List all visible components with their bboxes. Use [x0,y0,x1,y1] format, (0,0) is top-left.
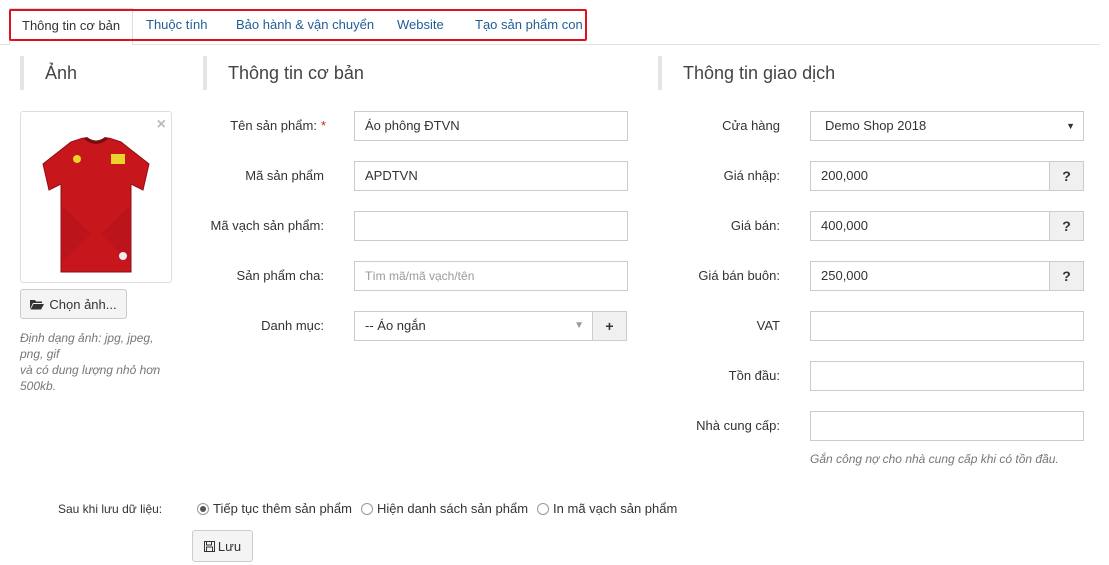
category-label: Danh mục: [261,318,324,333]
radio-continue-adding[interactable]: Tiếp tục thêm sản phẩm [197,501,352,516]
image-format-hint: Định dạng ảnh: jpg, jpeg, png, gif và có… [20,330,160,394]
tab-website[interactable]: Website [397,8,444,42]
image-hint-line-4: 500kb. [20,379,57,393]
radio-button-checked[interactable] [197,502,209,515]
image-hint-line-2: png, gif [20,347,60,361]
category-select[interactable]: -- Áo ngắn ▼ [354,311,593,341]
tab-warranty-shipping[interactable]: Bảo hành & vận chuyển [236,8,374,42]
add-category-button[interactable]: + [592,311,627,341]
product-name-input[interactable]: Áo phông ĐTVN [354,111,628,141]
radio-button[interactable] [360,502,373,515]
parent-product-search-input[interactable]: Tìm mã/mã vạch/tên [354,261,628,291]
store-label: Cửa hàng [722,118,780,133]
image-hint-line-3: và có dung lượng nhỏ hơn [20,363,161,377]
parent-product-label: Sản phẩm cha: [236,268,324,283]
sale-price-help-button[interactable]: ? [1049,211,1084,241]
image-section-title: Ảnh [20,56,77,90]
product-name-label-text: Tên sản phẩm: [230,118,317,133]
after-save-label: Sau khi lưu dữ liệu: [58,502,163,516]
save-button-label: Lưu [217,538,242,554]
folder-open-icon [30,299,45,309]
category-selected-value: -- Áo ngắn [365,318,426,333]
caret-down-icon: ▼ [1066,121,1075,131]
tab-bar: Thông tin cơ bản Thuộc tính Bảo hành & v… [0,0,1100,45]
radio-button[interactable] [537,502,550,515]
wholesale-price-input[interactable]: 250,000 [810,261,1050,291]
supplier-hint: Gắn công nợ cho nhà cung cấp khi có tồn … [810,452,1059,466]
cost-price-help-button[interactable]: ? [1049,161,1084,191]
required-star: * [320,118,326,133]
product-code-input[interactable]: APDTVN [354,161,628,191]
shirt-image [42,137,150,273]
opening-stock-label: Tồn đầu: [728,368,780,383]
image-hint-line-1: Định dạng ảnh: jpg, jpeg, [20,331,154,345]
cost-price-input[interactable]: 200,000 [810,161,1050,191]
after-save-options: Tiếp tục thêm sản phẩm Hiện danh sách sả… [197,501,686,516]
radio-continue-adding-label: Tiếp tục thêm sản phẩm [213,501,352,516]
choose-image-button[interactable]: Chọn ảnh... [20,289,127,319]
radio-show-product-list-label: Hiện danh sách sản phẩm [376,501,529,516]
vat-label: VAT [756,318,780,333]
tab-basic-info[interactable]: Thông tin cơ bản [9,8,134,45]
product-name-label: Tên sản phẩm: * [230,118,326,133]
radio-show-product-list[interactable]: Hiện danh sách sản phẩm [360,501,529,516]
tab-create-child-product[interactable]: Tạo sản phẩm con [475,8,583,42]
radio-print-barcode[interactable]: In mã vạch sản phẩm [537,501,677,516]
supplier-label: Nhà cung cấp: [696,418,780,433]
product-image-preview: × [20,111,172,283]
barcode-input[interactable] [354,211,628,241]
cost-price-label: Giá nhập: [723,168,780,183]
barcode-label: Mã vạch sản phẩm: [210,218,324,233]
tab-attributes[interactable]: Thuộc tính [146,8,207,42]
floppy-disk-icon [203,540,215,552]
supplier-input[interactable] [810,411,1084,441]
basic-info-section-title: Thông tin cơ bản [203,56,364,90]
sale-price-label: Giá bán: [730,218,780,233]
sale-price-input[interactable]: 400,000 [810,211,1050,241]
remove-image-icon[interactable]: × [157,117,166,133]
wholesale-price-label: Giá bán buôn: [698,268,780,283]
save-button[interactable]: Lưu [192,530,253,562]
choose-image-label: Chọn ảnh... [49,296,117,312]
vat-input[interactable] [810,311,1084,341]
wholesale-price-help-button[interactable]: ? [1049,261,1084,291]
store-select[interactable]: Demo Shop 2018 ▼ [810,111,1084,141]
opening-stock-input[interactable] [810,361,1084,391]
caret-down-icon: ▼ [574,320,584,331]
product-code-label: Mã sản phẩm [245,168,324,183]
transaction-section-title: Thông tin giao dịch [658,56,835,90]
store-selected-value: Demo Shop 2018 [825,118,927,133]
radio-print-barcode-label: In mã vạch sản phẩm [553,501,678,516]
